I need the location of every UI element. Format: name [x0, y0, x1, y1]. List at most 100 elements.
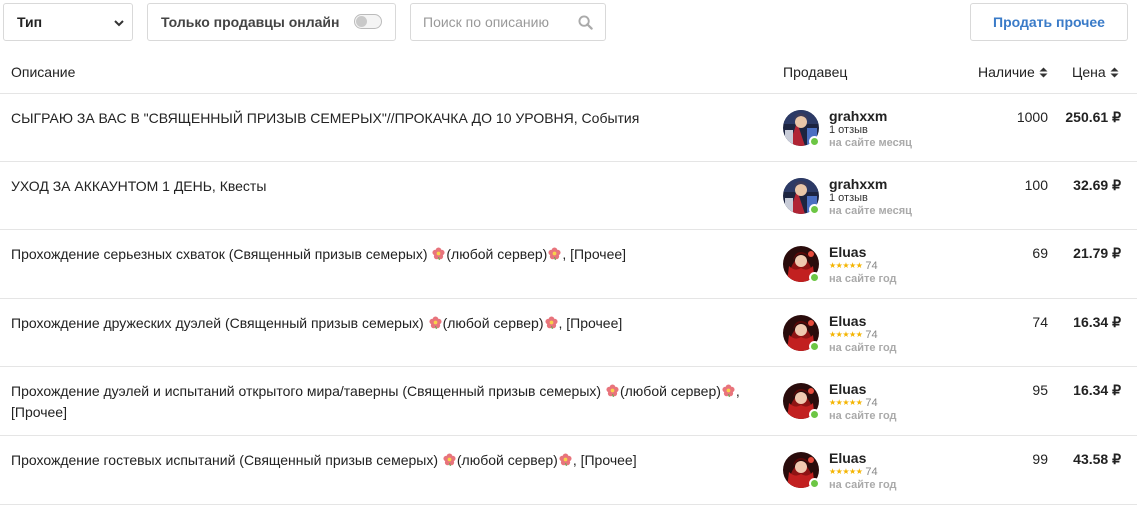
rating-count: 74	[862, 329, 878, 341]
table-row[interactable]: СЫГРАЮ ЗА ВАС В "СВЯЩЕННЫЙ ПРИЗЫВ СЕМЕРЫ…	[0, 94, 1137, 162]
seller-rating: ★★★★★ 74	[829, 260, 878, 272]
star-rating-icon: ★★★★★	[829, 398, 863, 407]
header-availability-label: Наличие	[978, 64, 1035, 80]
seller-name[interactable]: Eluas	[829, 381, 866, 397]
offer-description: Прохождение гостевых испытаний (Священны…	[11, 450, 761, 471]
seller-since: на сайте год	[829, 410, 897, 422]
online-dot-icon	[809, 136, 820, 147]
seller-info[interactable]: grahxxm 1 отзыв на сайте месяц	[783, 176, 963, 218]
seller-since: на сайте месяц	[829, 205, 912, 217]
price-value: 16.34 ₽	[1073, 314, 1121, 330]
flower-emoji-icon	[548, 247, 561, 260]
availability-value: 74	[1032, 314, 1048, 330]
chevron-down-icon	[114, 20, 124, 27]
seller-info[interactable]: grahxxm 1 отзыв на сайте месяц	[783, 108, 963, 150]
price-value: 21.79 ₽	[1073, 245, 1121, 261]
description-text: Прохождение дружеских дуэлей (Священный …	[11, 315, 428, 331]
description-text: (любой сервер)	[442, 315, 544, 331]
description-text: Прохождение гостевых испытаний (Священны…	[11, 452, 442, 468]
seller-since: на сайте год	[829, 479, 897, 491]
star-rating-icon: ★★★★★	[829, 467, 863, 476]
seller-name[interactable]: Eluas	[829, 313, 866, 329]
seller-name[interactable]: grahxxm	[829, 108, 887, 124]
sort-icon	[1110, 67, 1119, 78]
flower-emoji-icon	[722, 384, 735, 397]
flower-emoji-icon	[544, 316, 558, 329]
offer-description: Прохождение дуэлей и испытаний открытого…	[11, 381, 761, 423]
search-box	[410, 3, 606, 41]
filter-bar: Тип Только продавцы онлайн Продать проче…	[0, 0, 1137, 48]
type-select[interactable]: Тип	[3, 3, 133, 41]
search-icon[interactable]	[578, 15, 593, 30]
seller-info[interactable]: Eluas ★★★★★ 74 на сайте год	[783, 381, 963, 423]
seller-name[interactable]: Eluas	[829, 244, 866, 260]
availability-value: 99	[1032, 451, 1048, 467]
header-description: Описание	[11, 64, 76, 80]
header-price[interactable]: Цена	[1072, 64, 1119, 80]
flower-emoji-icon	[432, 247, 445, 260]
online-dot-icon	[809, 204, 820, 215]
description-text: (любой сервер)	[456, 452, 558, 468]
description-text: (любой сервер)	[619, 383, 721, 399]
description-text: УХОД ЗА АККАУНТОМ 1 ДЕНЬ, Квесты	[11, 178, 267, 194]
online-dot-icon	[809, 409, 820, 420]
offer-description: СЫГРАЮ ЗА ВАС В "СВЯЩЕННЫЙ ПРИЗЫВ СЕМЕРЫ…	[11, 108, 761, 129]
seller-rating: ★★★★★ 74	[829, 329, 878, 341]
price-value: 43.58 ₽	[1073, 451, 1121, 467]
flower-emoji-icon	[559, 453, 572, 466]
flower-emoji-icon	[429, 316, 442, 329]
description-text: СЫГРАЮ ЗА ВАС В "СВЯЩЕННЫЙ ПРИЗЫВ СЕМЕРЫ…	[11, 110, 640, 126]
table-header: Описание Продавец Наличие Цена	[0, 52, 1137, 94]
search-input[interactable]	[412, 5, 572, 39]
toggle-knob	[356, 16, 367, 27]
offer-description: Прохождение дружеских дуэлей (Священный …	[11, 313, 761, 334]
seller-info[interactable]: Eluas ★★★★★ 74 на сайте год	[783, 244, 963, 286]
header-availability[interactable]: Наличие	[978, 64, 1048, 80]
description-text: , [Прочее]	[572, 452, 637, 468]
seller-since: на сайте месяц	[829, 137, 912, 149]
rating-count: 74	[862, 260, 878, 272]
seller-name[interactable]: grahxxm	[829, 176, 887, 192]
star-rating-icon: ★★★★★	[829, 330, 863, 339]
sort-icon	[1039, 67, 1048, 78]
online-dot-icon	[809, 272, 820, 283]
availability-value: 69	[1032, 245, 1048, 261]
sell-other-button[interactable]: Продать прочее	[970, 3, 1128, 41]
flower-emoji-icon	[443, 453, 456, 466]
description-text: , [Прочее]	[562, 246, 627, 262]
description-text: (любой сервер)	[446, 246, 548, 262]
type-select-label: Тип	[17, 14, 43, 30]
sell-other-label: Продать прочее	[993, 14, 1105, 30]
seller-info[interactable]: Eluas ★★★★★ 74 на сайте год	[783, 313, 963, 355]
table-row[interactable]: Прохождение гостевых испытаний (Священны…	[0, 436, 1137, 505]
availability-value: 95	[1032, 382, 1048, 398]
offer-description: Прохождение серьезных схваток (Священный…	[11, 244, 761, 265]
table-row[interactable]: Прохождение дуэлей и испытаний открытого…	[0, 367, 1137, 436]
header-price-label: Цена	[1072, 64, 1106, 80]
seller-info[interactable]: Eluas ★★★★★ 74 на сайте год	[783, 450, 963, 492]
description-text: Прохождение серьезных схваток (Священный…	[11, 246, 432, 262]
offer-description: УХОД ЗА АККАУНТОМ 1 ДЕНЬ, Квесты	[11, 176, 761, 197]
table-row[interactable]: Прохождение дружеских дуэлей (Священный …	[0, 299, 1137, 367]
seller-name[interactable]: Eluas	[829, 450, 866, 466]
rating-count: 74	[862, 466, 878, 478]
description-text: Прохождение дуэлей и испытаний открытого…	[11, 383, 605, 399]
online-dot-icon	[809, 341, 820, 352]
seller-since: на сайте год	[829, 273, 897, 285]
seller-rating: ★★★★★ 74	[829, 397, 878, 409]
online-sellers-filter[interactable]: Только продавцы онлайн	[147, 3, 396, 41]
description-text: , [Прочее]	[558, 315, 623, 331]
online-sellers-label: Только продавцы онлайн	[161, 14, 340, 30]
rating-count: 74	[862, 397, 878, 409]
price-value: 250.61 ₽	[1065, 109, 1121, 125]
flower-emoji-icon	[606, 384, 619, 397]
star-rating-icon: ★★★★★	[829, 261, 863, 270]
seller-rating: ★★★★★ 74	[829, 466, 878, 478]
table-row[interactable]: УХОД ЗА АККАУНТОМ 1 ДЕНЬ, Квесты grahxxm 1…	[0, 162, 1137, 230]
online-sellers-toggle[interactable]	[354, 14, 382, 29]
offers-table: СЫГРАЮ ЗА ВАС В "СВЯЩЕННЫЙ ПРИЗЫВ СЕМЕРЫ…	[0, 94, 1137, 505]
seller-reviews: 1 отзыв	[829, 124, 868, 136]
header-seller: Продавец	[783, 64, 848, 80]
online-dot-icon	[809, 478, 820, 489]
table-row[interactable]: Прохождение серьезных схваток (Священный…	[0, 230, 1137, 299]
